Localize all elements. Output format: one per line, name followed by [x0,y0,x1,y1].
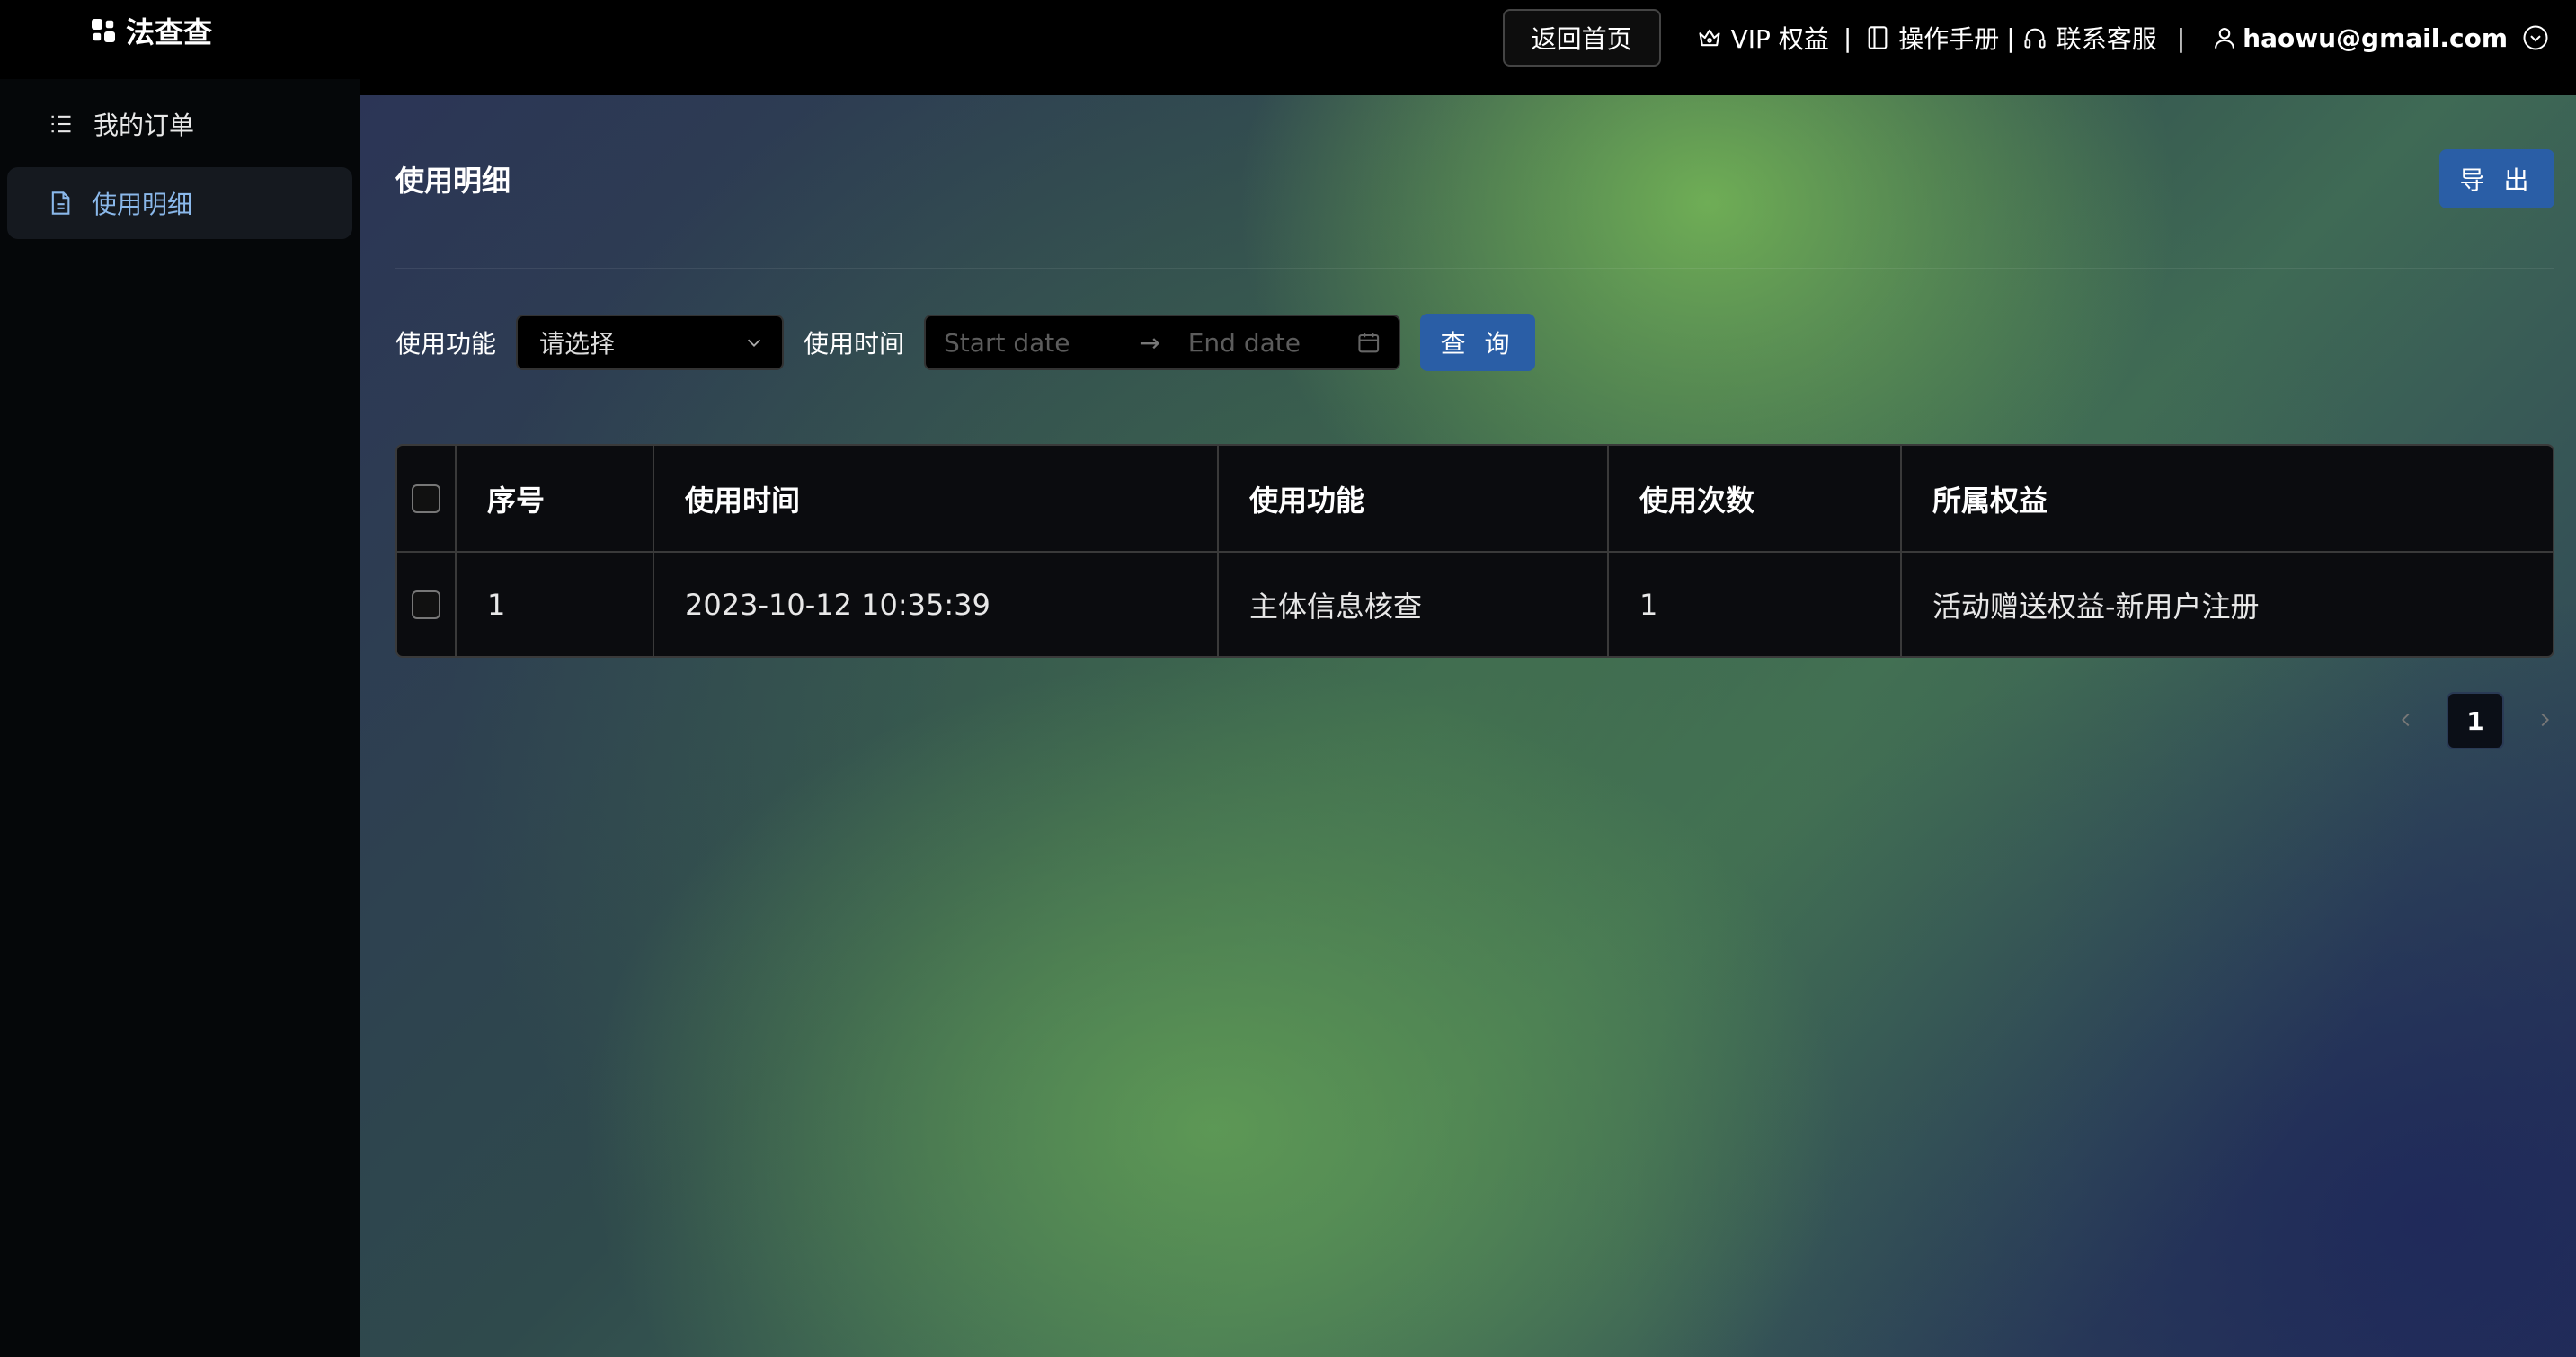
vip-link[interactable]: VIP 权益 [1697,20,1829,56]
column-header[interactable]: 所属权益 [1902,446,2553,551]
divider [395,268,2554,269]
column-header[interactable]: 使用次数 [1609,446,1902,551]
main-content: 使用明细 导 出 使用功能 请选择 使用时间 Start date → End … [360,95,2576,1357]
column-header[interactable]: 序号 [457,446,654,551]
page-number[interactable]: 1 [2447,692,2504,749]
chevron-down-icon [747,339,761,347]
user-menu[interactable]: haowu@gmail.com [2212,23,2549,53]
row-checkbox[interactable] [412,590,440,619]
crown-icon [1699,29,1720,47]
separator: | [2176,22,2186,53]
separator: | [2006,22,2015,53]
table-cell: 1 [457,553,654,656]
feature-filter-label: 使用功能 [395,329,497,359]
date-range-picker[interactable]: Start date → End date [924,315,1401,370]
export-button[interactable]: 导 出 [2439,149,2554,208]
row-select-cell [397,553,457,656]
sidebar: 我的订单 使用明细 [0,79,360,1357]
start-date-input[interactable]: Start date [944,328,1129,358]
sidebar-item-label: 使用明细 [92,190,193,219]
sidebar-item-label: 我的订单 [93,111,195,140]
end-date-input[interactable]: End date [1170,328,1356,358]
feature-select[interactable]: 请选择 [516,315,785,370]
table-cell: 主体信息核查 [1219,553,1609,656]
app-logo[interactable]: 法查查 [90,13,212,49]
select-all-checkbox[interactable] [412,483,440,513]
vip-label: VIP 权益 [1730,24,1829,54]
service-link[interactable]: 联系客服 [2022,20,2157,56]
manual-label: 操作手册 [1898,24,2000,54]
column-header[interactable]: 使用时间 [654,446,1219,551]
table-row: 1 2023-10-12 10:35:39 主体信息核查 1 活动赠送权益-新用… [397,551,2553,656]
select-all-cell [397,446,457,551]
user-email: haowu@gmail.com [2243,22,2508,53]
manual-link[interactable]: 操作手册 [1866,20,1999,56]
time-filter-label: 使用时间 [804,329,905,359]
app-title: 法查查 [126,15,213,49]
header-actions: 返回首页 VIP 权益 | 操作手册 | 联系客服 | haowu@gmail.… [1502,0,2576,75]
arrow-right-icon: → [1139,327,1160,358]
table-cell: 2023-10-12 10:35:39 [654,553,1219,656]
document-icon [51,191,70,215]
logo-icon [90,17,117,44]
separator: | [1843,22,1852,53]
service-label: 联系客服 [2056,24,2157,54]
sidebar-item-usage-details[interactable]: 使用明细 [7,167,352,239]
table-cell: 活动赠送权益-新用户注册 [1932,589,2260,624]
chevron-down-icon [2523,25,2548,50]
query-button[interactable]: 查 询 [1420,314,1536,371]
pagination: 1 [2396,692,2554,749]
home-button[interactable]: 返回首页 [1502,9,1661,67]
top-bar: 法查查 返回首页 VIP 权益 | 操作手册 | 联系客服 | haowu@gm… [0,0,2576,79]
table-header-row: 序号 使用时间 使用功能 使用次数 所属权益 [397,446,2553,551]
list-icon [51,115,71,133]
column-header[interactable]: 使用功能 [1219,446,1609,551]
book-icon [1868,26,1888,49]
feature-select-value: 请选择 [539,329,616,359]
headset-icon [2024,28,2046,49]
filter-bar: 使用功能 请选择 使用时间 Start date → End date 查 询 [395,314,1536,371]
sidebar-item-orders[interactable]: 我的订单 [7,88,352,160]
table-cell: 1 [1609,553,1902,656]
user-icon [2215,28,2235,49]
next-page-icon[interactable] [2535,706,2554,736]
calendar-icon [1357,333,1379,353]
usage-table: 序号 使用时间 使用功能 使用次数 所属权益 1 2023-10-12 10:3… [395,444,2554,658]
page-title: 使用明细 [395,164,511,198]
prev-page-icon[interactable] [2396,706,2416,736]
